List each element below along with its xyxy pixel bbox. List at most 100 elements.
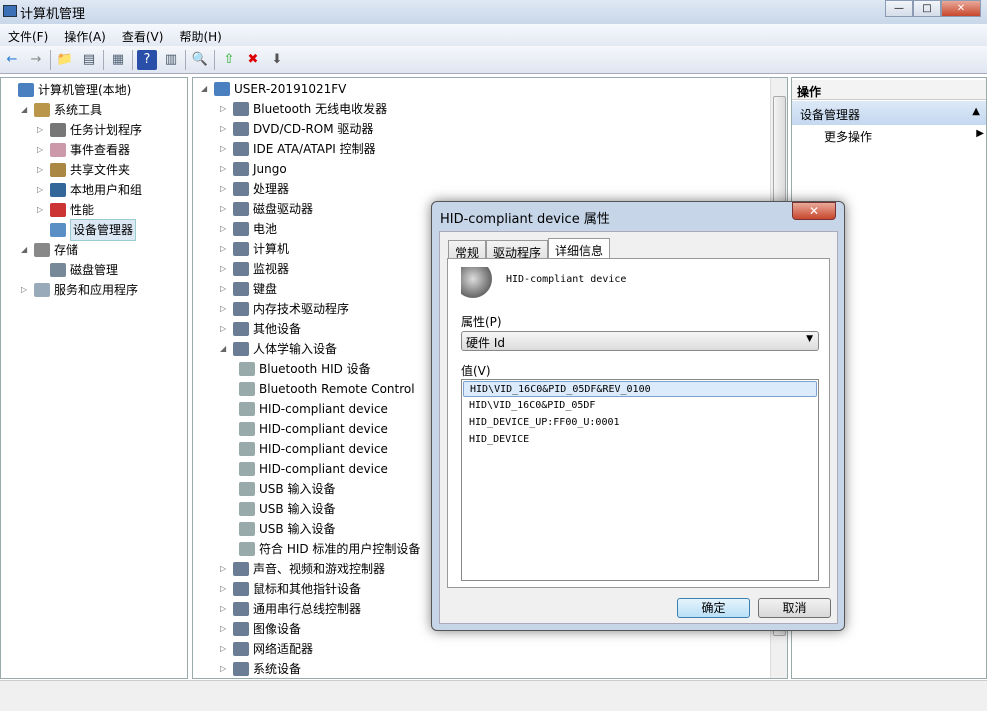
expand-arrow-icon[interactable]: ◢ [201, 79, 210, 99]
device-tree-item[interactable]: USB 输入设备 [239, 499, 335, 519]
cancel-button[interactable]: 取消 [758, 598, 831, 618]
menu-item[interactable]: 帮助(H) [171, 24, 229, 46]
device-tree-item[interactable]: Bluetooth Remote Control [239, 379, 415, 399]
menu-item[interactable]: 文件(F) [0, 24, 56, 46]
expand-arrow-icon[interactable]: ▷ [37, 140, 46, 160]
expand-arrow-icon[interactable]: ▷ [220, 619, 229, 639]
device-tree-item[interactable]: ▷ 处理器 [220, 179, 289, 199]
device-tree-item[interactable]: ▷ 鼠标和其他指针设备 [220, 579, 361, 599]
expand-arrow-icon[interactable]: ▷ [220, 639, 229, 659]
back-icon[interactable]: ← [2, 50, 22, 70]
tree-item[interactable]: ▷ 共享文件夹 [37, 160, 130, 180]
expand-arrow-icon[interactable]: ▷ [220, 659, 229, 679]
expand-arrow-icon[interactable]: ▷ [220, 199, 229, 219]
value-list-item[interactable]: HID_DEVICE [463, 432, 817, 448]
tree-root[interactable]: ◢ USER-20191021FV [201, 79, 346, 99]
expand-arrow-icon[interactable]: ▷ [220, 579, 229, 599]
device-tree-item[interactable]: ▷ 监视器 [220, 259, 289, 279]
device-tree-item[interactable]: ▷ 内存技术驱动程序 [220, 299, 349, 319]
device-tree-item[interactable]: HID-compliant device [239, 419, 388, 439]
device-tree-item[interactable]: ▷ 键盘 [220, 279, 277, 299]
device-tree-item[interactable]: ▷ 电池 [220, 219, 277, 239]
update-driver-icon[interactable]: ⇧ [219, 50, 239, 70]
device-tree-item[interactable]: ▷ 网络适配器 [220, 639, 313, 659]
expand-arrow-icon[interactable]: ▷ [220, 219, 229, 239]
menu-item[interactable]: 查看(V) [114, 24, 172, 46]
expand-arrow-icon[interactable]: ▷ [220, 139, 229, 159]
tree-item[interactable]: ▷ 性能 [37, 200, 94, 220]
forward-icon[interactable]: → [26, 50, 46, 70]
uninstall-icon[interactable]: ✖ [243, 50, 263, 70]
expand-arrow-icon[interactable]: ▷ [21, 280, 30, 300]
tree-item[interactable]: 设备管理器 [37, 219, 137, 241]
tree-item[interactable]: ▷ 任务计划程序 [37, 120, 142, 140]
expand-arrow-icon[interactable]: ▷ [37, 120, 46, 140]
ok-button[interactable]: 确定 [677, 598, 750, 618]
tree-item[interactable]: ▷ 服务和应用程序 [21, 280, 138, 300]
expand-arrow-icon[interactable]: ▷ [37, 160, 46, 180]
device-tree-item[interactable]: USB 输入设备 [239, 479, 335, 499]
expand-arrow-icon[interactable]: ◢ [21, 240, 30, 260]
device-tree-item[interactable]: HID-compliant device [239, 459, 388, 479]
dialog-close-button[interactable]: ✕ [792, 202, 836, 220]
device-tree-item[interactable]: ▷ Jungo [220, 159, 287, 179]
device-tree-item[interactable]: ◢ 人体学输入设备 [220, 339, 337, 359]
expand-arrow-icon[interactable]: ▷ [37, 180, 46, 200]
value-label: 值(V) [461, 364, 491, 378]
expand-arrow-icon[interactable]: ▷ [220, 279, 229, 299]
device-tree-item[interactable]: USB 输入设备 [239, 519, 335, 539]
expand-arrow-icon[interactable]: ◢ [220, 339, 229, 359]
value-list[interactable]: HID\VID_16C0&PID_05DF&REV_0100 HID\VID_16… [461, 379, 819, 581]
actions-section-device-manager[interactable]: 设备管理器 ▲ [792, 101, 986, 125]
expand-arrow-icon[interactable]: ▷ [220, 599, 229, 619]
expand-arrow-icon[interactable]: ▷ [220, 179, 229, 199]
menu-item[interactable]: 操作(A) [56, 24, 114, 46]
scan-hardware-icon[interactable]: 🔍 [190, 50, 210, 70]
device-tree-item[interactable]: 符合 HID 标准的用户控制设备 [239, 539, 420, 559]
device-tree-item[interactable]: ▷ 图像设备 [220, 619, 301, 639]
expand-arrow-icon[interactable]: ▷ [220, 299, 229, 319]
expand-arrow-icon[interactable]: ▷ [220, 259, 229, 279]
expand-arrow-icon[interactable]: ▷ [220, 559, 229, 579]
expand-arrow-icon[interactable]: ▷ [37, 200, 46, 220]
toolbar-separator [214, 49, 215, 70]
expand-arrow-icon[interactable]: ▷ [220, 159, 229, 179]
value-list-item[interactable]: HID_DEVICE_UP:FF00_U:0001 [463, 415, 817, 431]
value-list-item[interactable]: HID\VID_16C0&PID_05DF&REV_0100 [463, 381, 817, 397]
device-tree-item[interactable]: HID-compliant device [239, 439, 388, 459]
expand-arrow-icon[interactable]: ◢ [21, 100, 30, 120]
show-action-pane-icon[interactable]: ▥ [161, 50, 181, 70]
device-tree-item[interactable]: ▷ 系统设备 [220, 659, 301, 679]
tree-item[interactable]: ◢ 系统工具 [21, 100, 102, 120]
device-tree-item[interactable]: ▷ 计算机 [220, 239, 289, 259]
device-tree-item[interactable]: ▷ 其他设备 [220, 319, 301, 339]
properties-icon[interactable]: ▦ [108, 50, 128, 70]
device-tree-item[interactable]: HID-compliant device [239, 399, 388, 419]
expand-arrow-icon[interactable]: ▷ [220, 99, 229, 119]
more-actions-link[interactable]: 更多操作 ▶ [824, 128, 984, 145]
device-tree-item[interactable]: ▷ 声音、视频和游戏控制器 [220, 559, 385, 579]
help-icon[interactable]: ? [137, 49, 157, 70]
disable-icon[interactable]: ⬇ [267, 50, 287, 70]
expand-arrow-icon[interactable]: ▷ [220, 319, 229, 339]
device-tree-item[interactable]: ▷ DVD/CD-ROM 驱动器 [220, 119, 373, 139]
property-select[interactable]: 硬件 Id ▼ [461, 331, 819, 351]
device-tree-item[interactable]: ▷ IDE ATA/ATAPI 控制器 [220, 139, 376, 159]
device-tree-item[interactable]: Bluetooth HID 设备 [239, 359, 371, 379]
device-tree-item[interactable]: ▷ 通用串行总线控制器 [220, 599, 361, 619]
tree-item[interactable]: ◢ 存储 [21, 240, 78, 260]
tree-item[interactable]: ▷ 事件查看器 [37, 140, 130, 160]
device-tree-item[interactable]: ▷ Bluetooth 无线电收发器 [220, 99, 387, 119]
close-button[interactable]: ✕ [941, 0, 981, 17]
tree-item[interactable]: ▷ 本地用户和组 [37, 180, 142, 200]
show-hide-tree-icon[interactable]: ▤ [79, 50, 99, 70]
up-icon[interactable]: 📁 [55, 50, 75, 70]
minimize-button[interactable]: — [885, 0, 913, 17]
tree-item[interactable]: 计算机管理(本地) [5, 80, 131, 100]
expand-arrow-icon[interactable]: ▷ [220, 119, 229, 139]
value-list-item[interactable]: HID\VID_16C0&PID_05DF [463, 398, 817, 414]
device-tree-item[interactable]: ▷ 磁盘驱动器 [220, 199, 313, 219]
expand-arrow-icon[interactable]: ▷ [220, 239, 229, 259]
tree-item[interactable]: 磁盘管理 [37, 260, 118, 280]
maximize-button[interactable]: □ [913, 0, 941, 17]
